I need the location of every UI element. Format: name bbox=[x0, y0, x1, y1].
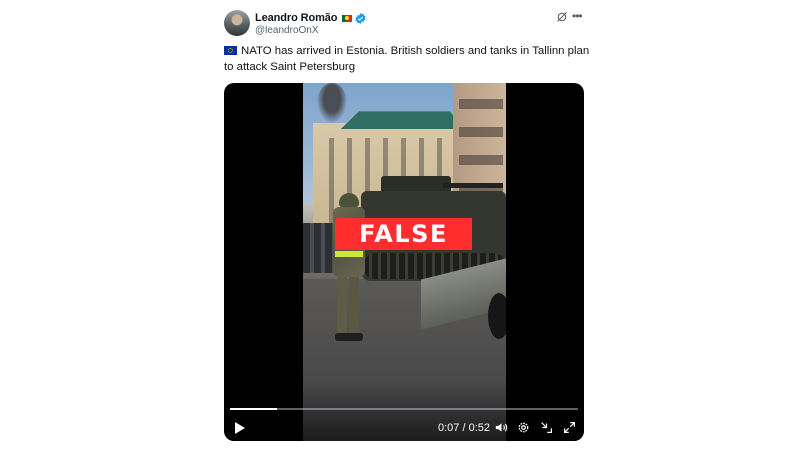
post-card: Leandro Romão @leandroOnX ••• NATO has a… bbox=[0, 0, 808, 454]
settings-icon[interactable] bbox=[517, 421, 530, 434]
portugal-flag-icon bbox=[342, 14, 353, 22]
progress-bar[interactable] bbox=[230, 408, 578, 410]
more-icon[interactable]: ••• bbox=[572, 9, 584, 23]
post-text: NATO has arrived in Estonia. British sol… bbox=[224, 45, 590, 73]
soldier-figure bbox=[331, 193, 367, 343]
avatar[interactable] bbox=[224, 10, 250, 36]
author-name[interactable]: Leandro Romão bbox=[255, 12, 338, 24]
progress-fill bbox=[230, 408, 277, 410]
author-row: Leandro Romão bbox=[255, 11, 366, 25]
grok-icon[interactable] bbox=[556, 11, 568, 23]
play-icon[interactable] bbox=[234, 421, 246, 435]
controls-bar bbox=[224, 383, 584, 441]
exit-fullscreen-icon[interactable] bbox=[540, 421, 553, 434]
post-text-container: NATO has arrived in Estonia. British sol… bbox=[224, 44, 594, 75]
verified-badge-icon bbox=[355, 12, 366, 24]
volume-icon[interactable] bbox=[495, 421, 508, 434]
author-handle[interactable]: @leandroOnX bbox=[255, 25, 319, 36]
time-display: 0:07 / 0:52 bbox=[438, 422, 490, 434]
eu-flag-icon bbox=[224, 46, 237, 55]
false-overlay-label: FALSE bbox=[335, 218, 472, 250]
video-player[interactable]: FALSE 0:07 / 0:52 bbox=[224, 83, 584, 441]
fullscreen-icon[interactable] bbox=[563, 421, 576, 434]
